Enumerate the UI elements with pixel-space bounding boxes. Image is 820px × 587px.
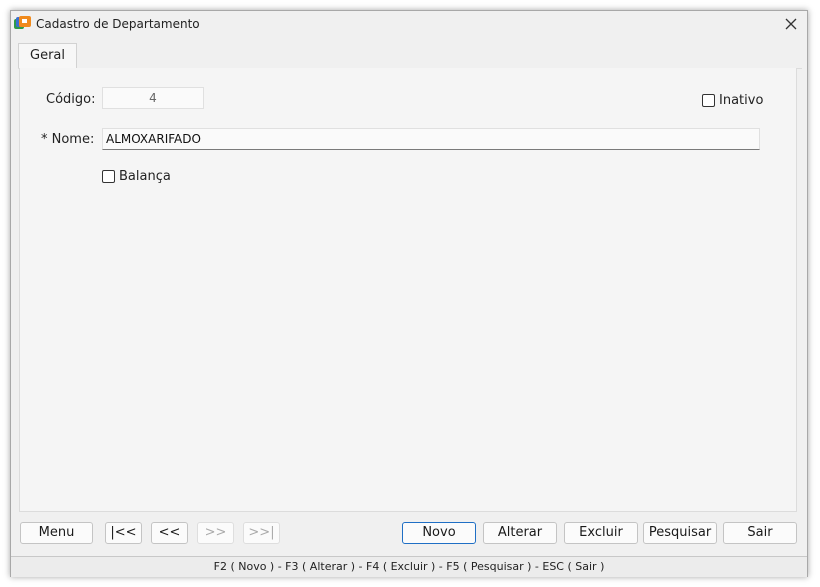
- main-window: Cadastro de Departamento Geral Código: 4…: [10, 10, 808, 577]
- nome-label: * Nome:: [41, 132, 95, 147]
- tab-panel-geral: Código: 4 Inativo * Nome: ALMOXARIFADO B…: [19, 68, 797, 512]
- novo-button[interactable]: Novo: [402, 522, 476, 544]
- inativo-label[interactable]: Inativo: [719, 93, 763, 108]
- next-record-button[interactable]: >>: [197, 522, 234, 544]
- window-title: Cadastro de Departamento: [36, 17, 200, 31]
- balanca-checkbox[interactable]: [102, 170, 115, 183]
- pesquisar-button[interactable]: Pesquisar: [643, 522, 717, 544]
- title-bar[interactable]: Cadastro de Departamento: [11, 11, 807, 36]
- tab-bar: Geral: [18, 43, 802, 69]
- close-button[interactable]: [775, 11, 807, 36]
- nome-field[interactable]: ALMOXARIFADO: [102, 128, 760, 150]
- last-record-button[interactable]: >>|: [243, 522, 280, 544]
- sair-button[interactable]: Sair: [723, 522, 797, 544]
- alterar-button[interactable]: Alterar: [483, 522, 557, 544]
- close-icon: [785, 18, 797, 29]
- codigo-label: Código:: [46, 92, 96, 107]
- app-logo-icon: [14, 16, 31, 29]
- shortcut-status-bar: F2 ( Novo ) - F3 ( Alterar ) - F4 ( Excl…: [11, 556, 807, 577]
- tab-geral[interactable]: Geral: [18, 43, 77, 68]
- previous-record-button[interactable]: <<: [151, 522, 188, 544]
- codigo-field[interactable]: 4: [102, 87, 204, 109]
- first-record-button[interactable]: |<<: [105, 522, 142, 544]
- menu-button[interactable]: Menu: [20, 522, 93, 544]
- excluir-button[interactable]: Excluir: [564, 522, 638, 544]
- balanca-label[interactable]: Balança: [119, 169, 171, 184]
- inativo-checkbox[interactable]: [702, 94, 715, 107]
